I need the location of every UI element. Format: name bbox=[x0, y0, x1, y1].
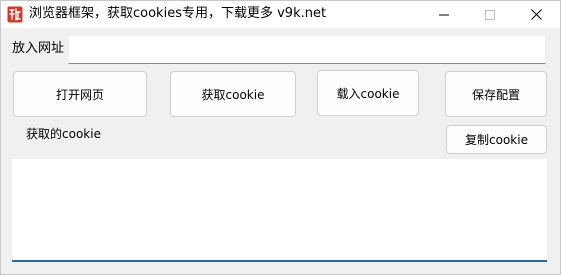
maximize-icon bbox=[485, 9, 495, 20]
maximize-button[interactable] bbox=[467, 1, 513, 28]
save-config-button[interactable]: 保存配置 bbox=[445, 71, 547, 117]
copy-cookie-button[interactable]: 复制cookie bbox=[446, 125, 547, 154]
window-title: 浏览器框架，获取cookies专用，下载更多 v9k.net bbox=[29, 6, 327, 21]
url-label: 放入网址 bbox=[12, 41, 65, 56]
red-seal-icon bbox=[7, 6, 23, 23]
cookie-output-textarea[interactable] bbox=[12, 159, 547, 262]
close-icon bbox=[530, 9, 542, 20]
minimize-button[interactable] bbox=[421, 1, 467, 28]
cookie-label: 获取的cookie bbox=[26, 127, 101, 141]
title-bar[interactable]: 浏览器框架，获取cookies专用，下载更多 v9k.net bbox=[1, 1, 560, 28]
get-cookie-button[interactable]: 获取cookie bbox=[170, 71, 296, 117]
url-input[interactable] bbox=[68, 35, 546, 64]
minimize-icon bbox=[439, 14, 449, 15]
close-button[interactable] bbox=[513, 1, 559, 28]
load-cookie-button[interactable]: 载入cookie bbox=[317, 70, 419, 116]
app-window: 浏览器框架，获取cookies专用，下载更多 v9k.net 放入网址 打开网页… bbox=[0, 0, 561, 275]
open-page-button[interactable]: 打开网页 bbox=[13, 71, 147, 117]
